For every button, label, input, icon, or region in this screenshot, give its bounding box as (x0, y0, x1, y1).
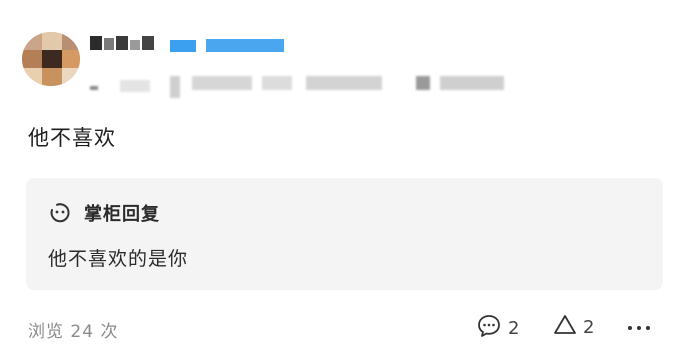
avatar[interactable] (22, 32, 80, 86)
triangle-up-icon (553, 313, 577, 341)
smile-face-icon (48, 201, 72, 225)
comment-button[interactable]: 2 (476, 313, 519, 343)
reply-text: 他不喜欢的是你 (48, 248, 189, 270)
post-text: 他不喜欢 (28, 126, 116, 150)
reply-title: 掌柜回复 (84, 204, 160, 225)
shopkeeper-reply: 掌柜回复 他不喜欢的是你 (26, 178, 663, 290)
comment-bubble-icon (476, 313, 502, 343)
like-button[interactable]: 2 (553, 313, 594, 341)
comment-count: 2 (508, 317, 520, 339)
view-count: 浏览 24 次 (28, 322, 119, 342)
like-count: 2 (583, 316, 595, 338)
more-dots-icon[interactable] (628, 326, 650, 330)
reply-header: 掌柜回复 (48, 200, 160, 226)
